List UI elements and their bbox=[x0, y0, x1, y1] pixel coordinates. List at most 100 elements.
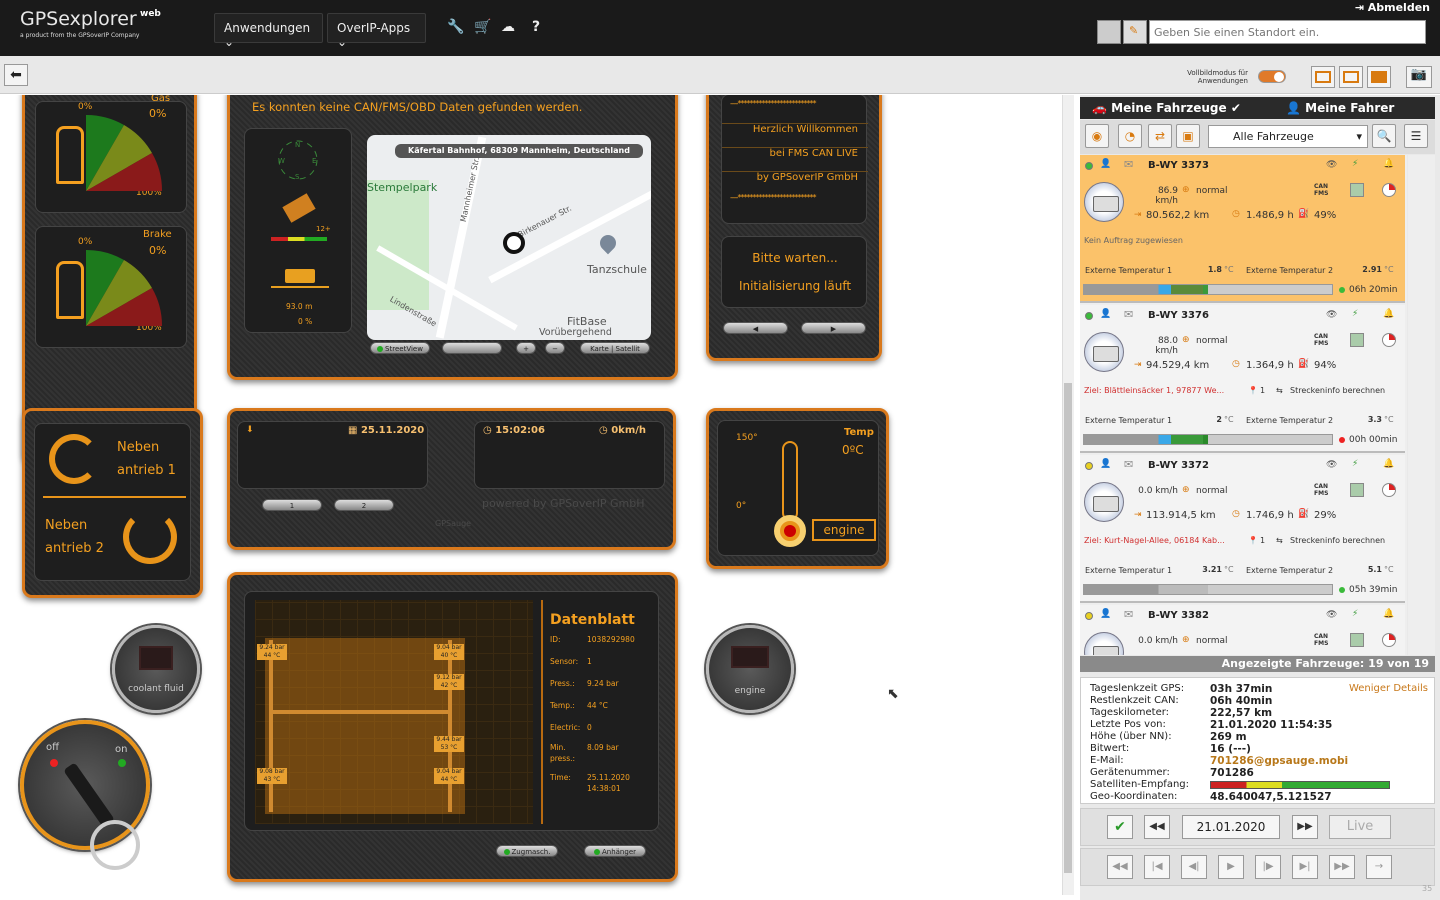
chart-icon[interactable] bbox=[1382, 183, 1396, 197]
play-button[interactable]: ▶ bbox=[1218, 855, 1244, 879]
menu-overip-apps[interactable]: OverIP-Apps ⌄ bbox=[327, 13, 426, 49]
select-area-button[interactable]: ▣ bbox=[1176, 124, 1200, 148]
message-icon[interactable]: ✉ bbox=[1124, 458, 1133, 471]
detail-label: Tageslenkzeit GPS: bbox=[1090, 683, 1185, 694]
confirm-button[interactable]: ✔ bbox=[1107, 815, 1133, 839]
vehicle-speed: 86.9 km/h bbox=[1155, 186, 1178, 206]
message-icon[interactable]: ✉ bbox=[1124, 608, 1133, 621]
skip-end-button[interactable]: ▶| bbox=[1292, 855, 1318, 879]
ignition-switch[interactable]: off on bbox=[20, 720, 150, 870]
search-button[interactable]: 🔍 bbox=[1372, 124, 1396, 148]
message-icon[interactable]: ✉ bbox=[1124, 158, 1133, 171]
layout-button-1[interactable] bbox=[1311, 66, 1335, 88]
target-address[interactable]: Ziel: Blättleinsäcker 1, 97877 We... bbox=[1084, 386, 1260, 395]
tab-my-vehicles[interactable]: 🚗 Meine Fahrzeuge ✔ bbox=[1092, 97, 1241, 119]
logout-button[interactable]: ⇥ Abmelden bbox=[1355, 1, 1430, 14]
chart-icon[interactable] bbox=[1382, 633, 1396, 647]
message-icon[interactable]: ✉ bbox=[1124, 308, 1133, 321]
vehicle-card[interactable]: 👤 ✉ B-WY 3382 👁 ⚡ 🔔 0.0 km/h ⊕ normal CAN FMS bbox=[1080, 605, 1405, 655]
step-forward-button[interactable]: |▶ bbox=[1255, 855, 1281, 879]
fast-rewind-button[interactable]: ◀◀ bbox=[1107, 855, 1133, 879]
map-view-toggle[interactable] bbox=[442, 342, 502, 354]
layout-button-2[interactable] bbox=[1339, 66, 1363, 88]
map-type-button[interactable]: Karte | Satellit bbox=[580, 342, 650, 354]
signal-bar bbox=[271, 237, 327, 241]
streetview-button[interactable]: StreetView bbox=[370, 342, 430, 354]
map-icon[interactable] bbox=[1350, 333, 1364, 347]
forward-button[interactable]: ▶▶ bbox=[1292, 815, 1318, 839]
vehicle-marker-icon[interactable] bbox=[503, 232, 525, 254]
back-button[interactable]: ⬅ bbox=[4, 64, 28, 86]
map-icon[interactable] bbox=[1350, 483, 1364, 497]
activity-bar[interactable] bbox=[1083, 584, 1333, 595]
bell-icon[interactable]: 🔔 bbox=[1383, 609, 1394, 619]
target-address[interactable]: Ziel: Kurt-Nagel-Allee, 06184 Kab... bbox=[1084, 536, 1260, 545]
bell-icon[interactable]: 🔔 bbox=[1383, 459, 1394, 469]
vehicle-card[interactable]: 👤 ✉ B-WY 3373 👁 ⚡ 🔔 86.9 km/h ⊕ normal CAN FMS ⇥ 80… bbox=[1080, 155, 1405, 303]
zugmaschine-button[interactable]: Zugmasch. bbox=[496, 845, 558, 857]
route-info-link[interactable]: Streckeninfo berechnen bbox=[1290, 386, 1385, 395]
bell-icon[interactable]: 🔔 bbox=[1383, 159, 1394, 169]
eye-icon[interactable]: 👁 bbox=[1326, 310, 1337, 320]
driver2-button[interactable]: 2 bbox=[334, 499, 394, 511]
tab-my-drivers[interactable]: 👤 Meine Fahrer bbox=[1286, 97, 1394, 119]
zoom-in-button[interactable]: + bbox=[516, 342, 536, 354]
menu-anwendungen[interactable]: Anwendungen ⌄ bbox=[214, 13, 323, 49]
vehicle-card[interactable]: 👤 ✉ B-WY 3376 👁 ⚡ 🔔 88.0 km/h ⊕ normal CAN FMS ⇥ 94… bbox=[1080, 305, 1405, 453]
activity-bar[interactable] bbox=[1083, 434, 1333, 445]
rewind-button[interactable]: ◀◀ bbox=[1144, 815, 1170, 839]
datasheet-key: Electric: bbox=[550, 723, 581, 732]
anhaenger-button[interactable]: Anhänger bbox=[584, 845, 646, 857]
detail-value[interactable]: 701286@gpsauge.mobi bbox=[1210, 755, 1348, 767]
wrench-icon[interactable]: 🔧 bbox=[447, 19, 464, 35]
bell-icon[interactable]: 🔔 bbox=[1383, 309, 1394, 319]
pedal-icon bbox=[56, 261, 84, 319]
app-logo[interactable]: GPSexplorer web a product from the GPSov… bbox=[20, 8, 161, 39]
vehicle-card[interactable]: 👤 ✉ B-WY 3372 👁 ⚡ 🔔 0.0 km/h ⊕ normal CAN FMS ⇥ 113… bbox=[1080, 455, 1405, 603]
prev-message-button[interactable]: ◀ bbox=[723, 322, 788, 334]
zoom-out-button[interactable]: − bbox=[545, 342, 565, 354]
fullscreen-label: Vollbildmodus für Anwendungen bbox=[1187, 69, 1248, 85]
history-date[interactable]: 21.01.2020 bbox=[1182, 815, 1280, 839]
fleet-select[interactable]: Alle Fahrzeuge ▾ bbox=[1208, 125, 1368, 148]
target-button[interactable]: ◉ bbox=[1085, 124, 1109, 148]
vehicle-list-scrollbar[interactable] bbox=[1408, 155, 1435, 655]
map-icon[interactable] bbox=[1350, 633, 1364, 647]
swap-button[interactable]: ⇄ bbox=[1148, 124, 1172, 148]
less-details-link[interactable]: Weniger Details bbox=[1349, 683, 1428, 694]
eye-icon[interactable]: 👁 bbox=[1326, 160, 1337, 170]
poi-pin-icon[interactable] bbox=[596, 231, 620, 255]
driver1-button[interactable]: 1 bbox=[262, 499, 322, 511]
next-message-button[interactable]: ▶ bbox=[801, 322, 866, 334]
live-button[interactable]: Live bbox=[1329, 815, 1391, 839]
map-icon[interactable] bbox=[1350, 183, 1364, 197]
skip-start-button[interactable]: |◀ bbox=[1144, 855, 1170, 879]
activity-bar[interactable] bbox=[1083, 284, 1333, 295]
menu-button[interactable]: ☰ bbox=[1404, 124, 1428, 148]
cloud-icon[interactable]: ☁ bbox=[501, 19, 515, 35]
fullscreen-toggle[interactable] bbox=[1258, 70, 1286, 83]
step-back-button[interactable]: ◀| bbox=[1181, 855, 1207, 879]
cart-icon[interactable]: 🛒 bbox=[474, 19, 491, 35]
menu-anwendungen-label: Anwendungen bbox=[224, 21, 311, 35]
detail-value: 21.01.2020 11:54:35 bbox=[1210, 719, 1333, 731]
route-info-link[interactable]: Streckeninfo berechnen bbox=[1290, 536, 1385, 545]
fast-forward-button[interactable]: ▶▶ bbox=[1329, 855, 1355, 879]
eye-icon[interactable]: 👁 bbox=[1326, 460, 1337, 470]
chart-icon[interactable] bbox=[1382, 483, 1396, 497]
arrow-right-button[interactable]: → bbox=[1366, 855, 1392, 879]
chart-icon[interactable] bbox=[1382, 333, 1396, 347]
clock-filter-button[interactable]: ◔ bbox=[1118, 124, 1142, 148]
flag-button[interactable] bbox=[1097, 20, 1121, 44]
location-search-input[interactable] bbox=[1149, 20, 1426, 44]
state-icon: ⊕ bbox=[1182, 485, 1190, 495]
detail-label: Restlenkzeit CAN: bbox=[1090, 695, 1179, 706]
eye-icon[interactable]: 👁 bbox=[1326, 610, 1337, 620]
layout-button-3[interactable] bbox=[1367, 66, 1391, 88]
magic-wand-button[interactable]: ✎ bbox=[1123, 20, 1147, 44]
screenshot-button[interactable]: 📷 bbox=[1406, 66, 1432, 88]
help-icon[interactable]: ? bbox=[532, 19, 540, 35]
scrollbar-thumb[interactable] bbox=[1064, 383, 1072, 873]
tire-label: 9.04 bar 40 °C bbox=[434, 644, 464, 660]
map-view[interactable]: Stempelpark Tanzschule FitBase Vorüberge… bbox=[367, 135, 651, 340]
